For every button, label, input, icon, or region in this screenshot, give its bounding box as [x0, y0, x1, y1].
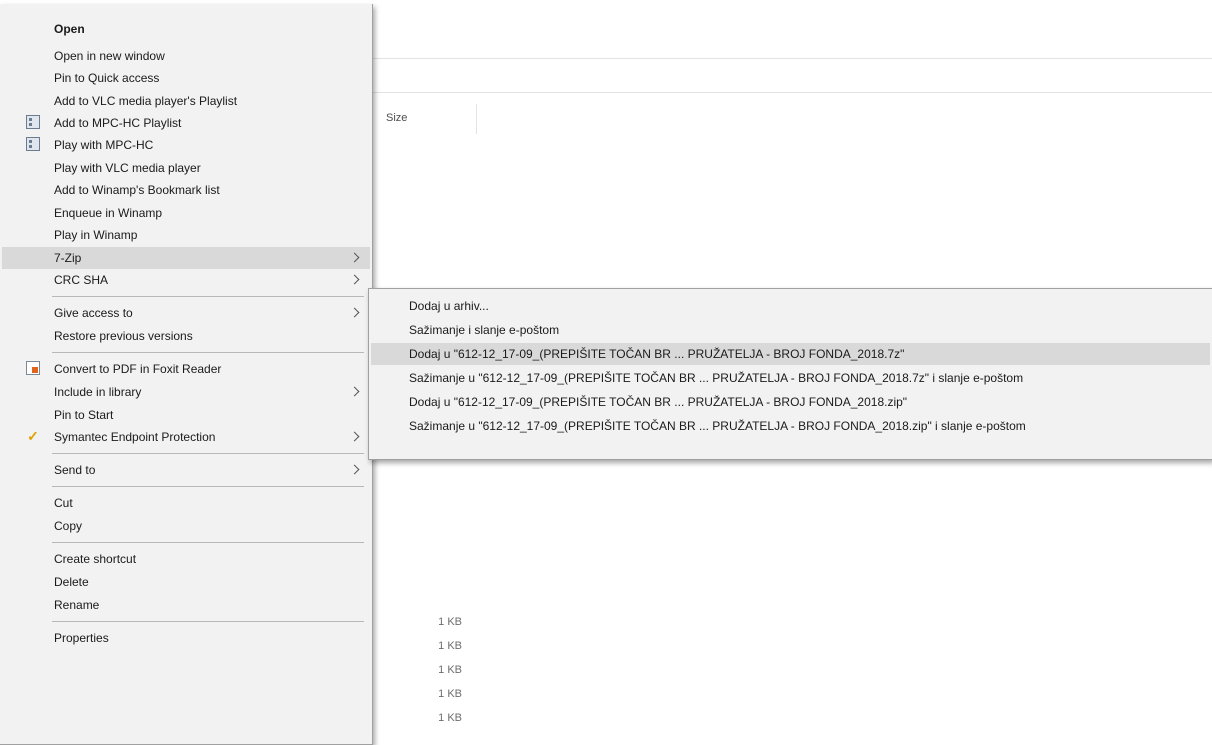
submenu-item-label: Sažimanje i slanje e-poštom [409, 323, 560, 337]
menu-item-label: Restore previous versions [54, 329, 193, 343]
menu-separator [52, 621, 364, 622]
symantec-check-icon: ✓ [27, 428, 39, 444]
menu-item-convert-to-pdf[interactable]: Convert to PDF in Foxit Reader [2, 358, 370, 380]
menu-item-copy[interactable]: Copy [2, 515, 370, 537]
menu-item-open-in-new-window[interactable]: Open in new window [2, 45, 370, 67]
menu-separator [52, 453, 364, 454]
menu-item-cut[interactable]: Cut [2, 492, 370, 514]
submenu-item-compress-and-email[interactable]: Sažimanje i slanje e-poštom [371, 319, 1210, 341]
menu-item-label: Include in library [54, 385, 142, 399]
menu-item-give-access-to[interactable]: Give access to [2, 302, 370, 324]
chevron-right-icon [349, 252, 360, 263]
menu-item-restore-previous-versions[interactable]: Restore previous versions [2, 325, 370, 347]
chevron-right-icon [349, 274, 360, 285]
file-size: 1 KB [438, 616, 462, 628]
submenu-item-label: Dodaj u arhiv... [409, 299, 489, 313]
menu-item-play-in-winamp[interactable]: Play in Winamp [2, 224, 370, 246]
menu-item-properties[interactable]: Properties [2, 627, 370, 649]
chevron-right-icon [349, 431, 360, 442]
menu-item-pin-to-quick-access[interactable]: Pin to Quick access [2, 67, 370, 89]
menu-item-label: Open in new window [54, 49, 165, 63]
menu-item-label: Add to Winamp's Bookmark list [54, 183, 220, 197]
submenu-item-add-to-7z[interactable]: Dodaj u "612-12_17-09_(PREPIŠITE TOČAN B… [371, 343, 1210, 365]
menu-item-label: Give access to [54, 306, 133, 320]
menu-item-rename[interactable]: Rename [2, 594, 370, 616]
menu-item-label: Play with MPC-HC [54, 138, 154, 152]
menu-item-label: Add to MPC-HC Playlist [54, 116, 182, 130]
menu-item-symantec-endpoint-protection[interactable]: ✓ Symantec Endpoint Protection [2, 426, 370, 448]
menu-item-label: Pin to Quick access [54, 71, 160, 85]
menu-item-label: Copy [54, 519, 83, 533]
menu-item-label: 7-Zip [54, 251, 82, 265]
menu-item-label: Pin to Start [54, 408, 114, 422]
mpc-hc-icon [26, 115, 40, 129]
submenu-item-add-to-archive[interactable]: Dodaj u arhiv... [371, 295, 1210, 317]
menu-item-create-shortcut[interactable]: Create shortcut [2, 548, 370, 570]
menu-item-play-with-mpc-hc[interactable]: Play with MPC-HC [2, 134, 370, 156]
menu-item-label: Cut [54, 496, 73, 510]
menu-separator [52, 486, 364, 487]
7-zip-submenu: Dodaj u arhiv... Sažimanje i slanje e-po… [368, 288, 1212, 460]
chevron-right-icon [349, 386, 360, 397]
chevron-right-icon [349, 464, 360, 475]
file-size: 1 KB [438, 712, 462, 724]
menu-item-7-zip[interactable]: 7-Zip [2, 247, 370, 269]
submenu-item-label: Dodaj u "612-12_17-09_(PREPIŠITE TOČAN B… [409, 347, 905, 361]
file-size: 1 KB [438, 640, 462, 652]
menu-item-pin-to-start[interactable]: Pin to Start [2, 404, 370, 426]
menu-item-enqueue-in-winamp[interactable]: Enqueue in Winamp [2, 202, 370, 224]
submenu-item-compress-7z-and-email[interactable]: Sažimanje u "612-12_17-09_(PREPIŠITE TOČ… [371, 367, 1210, 389]
menu-item-label: Rename [54, 598, 100, 612]
menu-item-play-with-vlc[interactable]: Play with VLC media player [2, 157, 370, 179]
menu-item-label: Play with VLC media player [54, 161, 201, 175]
menu-item-label: Add to VLC media player's Playlist [54, 94, 238, 108]
file-size: 1 KB [438, 688, 462, 700]
menu-item-delete[interactable]: Delete [2, 571, 370, 593]
mpc-hc-icon [26, 137, 40, 151]
menu-item-label: Symantec Endpoint Protection [54, 430, 216, 444]
chevron-right-icon [349, 307, 360, 318]
file-size: 1 KB [438, 664, 462, 676]
context-menu: Open Open in new window Pin to Quick acc… [0, 4, 373, 745]
menu-item-label: Enqueue in Winamp [54, 206, 163, 220]
size-column-label: Size [386, 112, 408, 124]
size-column-header[interactable]: Size [380, 104, 477, 134]
menu-item-add-to-vlc-playlist[interactable]: Add to VLC media player's Playlist [2, 90, 370, 112]
menu-item-label: Properties [54, 631, 109, 645]
menu-item-open[interactable]: Open [2, 18, 370, 40]
submenu-item-compress-zip-and-email[interactable]: Sažimanje u "612-12_17-09_(PREPIŠITE TOČ… [371, 415, 1210, 437]
submenu-item-label: Dodaj u "612-12_17-09_(PREPIŠITE TOČAN B… [409, 395, 908, 409]
menu-item-include-in-library[interactable]: Include in library [2, 381, 370, 403]
menu-item-add-to-mpc-hc-playlist[interactable]: Add to MPC-HC Playlist [2, 112, 370, 134]
menu-item-crc-sha[interactable]: CRC SHA [2, 269, 370, 291]
submenu-item-label: Sažimanje u "612-12_17-09_(PREPIŠITE TOČ… [409, 419, 1026, 433]
menu-item-add-to-winamp-bookmark[interactable]: Add to Winamp's Bookmark list [2, 179, 370, 201]
menu-separator [52, 542, 364, 543]
menu-separator [52, 352, 364, 353]
menu-separator [52, 296, 364, 297]
submenu-item-label: Sažimanje u "612-12_17-09_(PREPIŠITE TOČ… [409, 371, 1024, 385]
menu-item-label: Create shortcut [54, 552, 137, 566]
menu-item-label: Play in Winamp [54, 228, 138, 242]
menu-item-label: Delete [54, 575, 89, 589]
submenu-item-add-to-zip[interactable]: Dodaj u "612-12_17-09_(PREPIŠITE TOČAN B… [371, 391, 1210, 413]
menu-item-label: Convert to PDF in Foxit Reader [54, 362, 222, 376]
foxit-pdf-icon [26, 361, 40, 375]
menu-item-label: Send to [54, 463, 96, 477]
menu-item-label: CRC SHA [54, 273, 109, 287]
menu-item-label: Open [54, 22, 85, 36]
menu-item-send-to[interactable]: Send to [2, 459, 370, 481]
